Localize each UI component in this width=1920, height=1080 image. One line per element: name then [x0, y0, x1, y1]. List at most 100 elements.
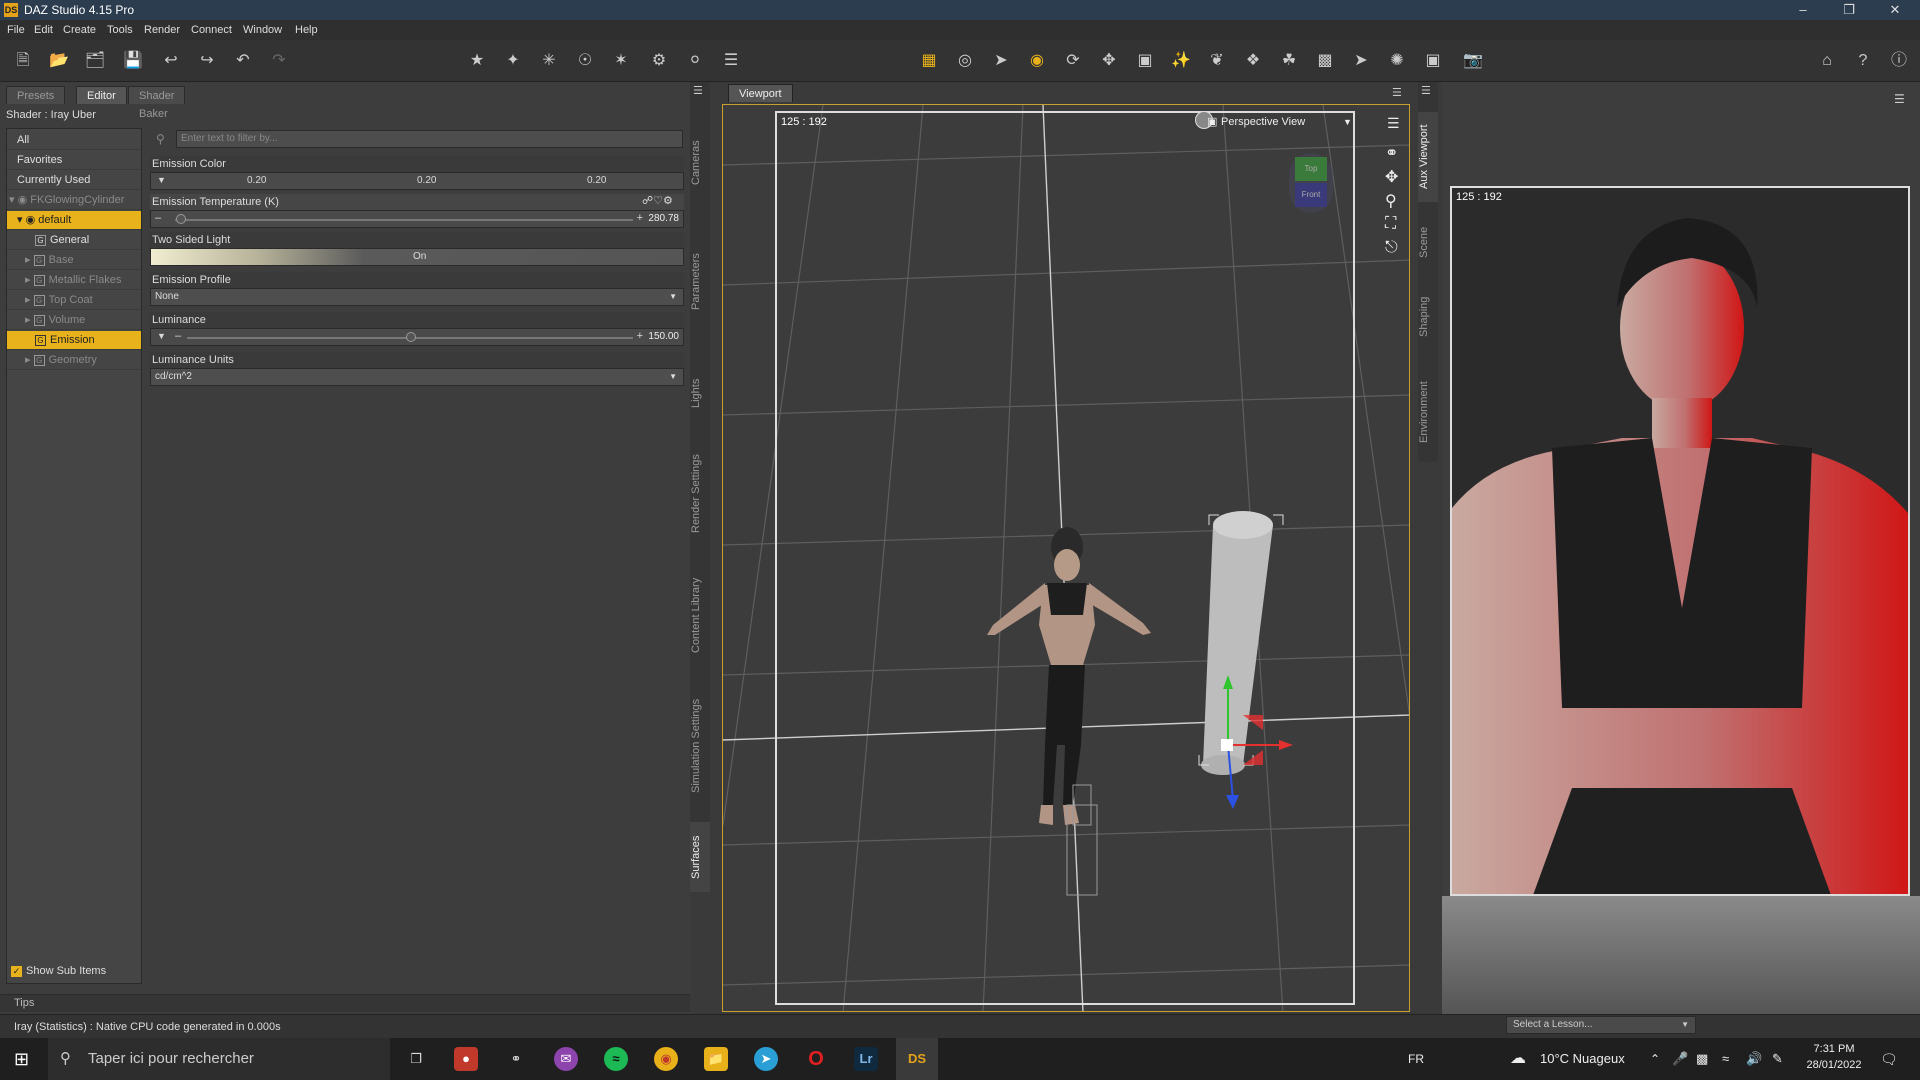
- tab-presets[interactable]: Presets: [6, 86, 66, 104]
- luminance-value[interactable]: 150.00: [648, 331, 679, 342]
- volume-icon[interactable]: 🔊: [1746, 1038, 1762, 1080]
- new-file-icon[interactable]: 🗎: [12, 50, 34, 72]
- app-opera-icon[interactable]: O: [804, 1047, 828, 1071]
- expand-icon[interactable]: ▸: [25, 294, 31, 306]
- app-chrome-icon[interactable]: ◉: [654, 1047, 678, 1071]
- render-camera-icon[interactable]: 📷: [1462, 50, 1484, 72]
- tab-content-library[interactable]: Content Library: [690, 560, 710, 670]
- wifi-icon[interactable]: ≈: [1722, 1038, 1729, 1080]
- menu-connect[interactable]: Connect: [191, 24, 232, 36]
- panel-menu-icon[interactable]: ☰: [1421, 84, 1431, 97]
- orbit-icon[interactable]: ⚭: [1385, 143, 1398, 163]
- chevron-down-icon[interactable]: ▼: [1681, 1017, 1689, 1033]
- minimize-button[interactable]: –: [1780, 0, 1826, 20]
- color-red-value[interactable]: 0.20: [247, 175, 266, 186]
- tree-item-metallic-flakes[interactable]: ▸ G Metallic Flakes: [7, 271, 141, 290]
- emission-temp-value[interactable]: 280.78: [648, 213, 679, 224]
- app-lightroom-icon[interactable]: Lr: [854, 1047, 878, 1071]
- pen-icon[interactable]: ✎: [1772, 1038, 1783, 1080]
- slider-track[interactable]: [175, 219, 633, 221]
- tab-surfaces[interactable]: Surfaces: [690, 822, 710, 892]
- chevron-down-icon[interactable]: ▼: [1343, 113, 1352, 131]
- null-icon[interactable]: ⚪: [684, 50, 706, 72]
- menu-tools[interactable]: Tools: [107, 24, 133, 36]
- daz-home-icon[interactable]: ⌂: [1816, 50, 1838, 72]
- weather-cloud-icon[interactable]: ☁: [1510, 1038, 1526, 1080]
- tree-item-base[interactable]: ▸ G Base: [7, 251, 141, 270]
- app-paint-icon[interactable]: ●: [454, 1047, 478, 1071]
- save-icon[interactable]: 💾: [122, 50, 144, 72]
- translate-tool-icon[interactable]: ✥: [1098, 50, 1120, 72]
- expand-icon[interactable]: ▸: [25, 274, 31, 286]
- lesson-select[interactable]: Select a Lesson... ▼: [1506, 1016, 1696, 1034]
- reset-icon[interactable]: ⎋: [1385, 239, 1398, 257]
- viewport-frame[interactable]: 125 : 192 ▣ Perspective View ▼ Top Front…: [722, 104, 1410, 1012]
- universal-tool-icon[interactable]: ◎: [954, 50, 976, 72]
- aux-render-frame[interactable]: 125 : 192: [1450, 186, 1910, 896]
- property-actions-icon[interactable]: ☍♡⚙: [642, 194, 673, 207]
- tree-favorites[interactable]: Favorites: [7, 151, 141, 170]
- point-light-icon[interactable]: ✳: [538, 50, 560, 72]
- emission-temp-slider[interactable]: – + 280.78: [150, 210, 684, 228]
- merge-icon[interactable]: 🗂: [84, 50, 106, 72]
- menu-help[interactable]: Help: [295, 24, 318, 36]
- tab-shader-baker[interactable]: Shader Baker: [128, 86, 186, 120]
- expand-icon[interactable]: ▸: [25, 354, 31, 366]
- expand-icon[interactable]: ▸: [25, 254, 31, 266]
- tree-item-emission[interactable]: G Emission: [7, 331, 141, 350]
- figure-tool-icon[interactable]: ★: [466, 50, 488, 72]
- frame-icon[interactable]: ⛶: [1385, 215, 1396, 233]
- panel-menu-icon[interactable]: ☰: [1392, 86, 1402, 99]
- app-explorer-icon[interactable]: 📁: [704, 1047, 728, 1071]
- tab-editor[interactable]: Editor: [76, 86, 127, 104]
- menu-lines-icon[interactable]: ☰: [720, 50, 742, 72]
- decrement-icon[interactable]: –: [155, 212, 161, 224]
- app-spotify-icon[interactable]: ≈: [604, 1047, 628, 1071]
- taskbar-search[interactable]: ⚲ Taper ici pour rechercher: [48, 1038, 390, 1080]
- decrement-icon[interactable]: –: [175, 330, 181, 342]
- clock[interactable]: 7:31 PM 28/01/2022: [1804, 1041, 1864, 1073]
- chevron-down-icon[interactable]: ▼: [157, 331, 166, 341]
- windows-start-icon[interactable]: ⊞: [14, 1049, 29, 1070]
- undo-icon[interactable]: ↶: [232, 50, 254, 72]
- emission-color-field[interactable]: ▼ 0.20 0.20 0.20: [150, 172, 684, 190]
- slider-knob[interactable]: [175, 214, 186, 224]
- redo-icon[interactable]: ↷: [268, 50, 290, 72]
- slider-knob[interactable]: [406, 332, 416, 342]
- tab-viewport[interactable]: Viewport: [728, 84, 793, 102]
- color-green-value[interactable]: 0.20: [417, 175, 436, 186]
- zoom-icon[interactable]: ⚲: [1385, 191, 1397, 211]
- tab-aux-viewport[interactable]: Aux Viewport: [1418, 112, 1438, 202]
- expand-icon[interactable]: ▸: [25, 314, 31, 326]
- tab-environment[interactable]: Environment: [1418, 362, 1438, 462]
- tab-shaping[interactable]: Shaping: [1418, 282, 1438, 352]
- select-tool-icon[interactable]: ➤: [990, 50, 1012, 72]
- expand-icon[interactable]: ▾: [17, 214, 23, 226]
- scale-tool-icon[interactable]: ▣: [1134, 50, 1156, 72]
- region-navigator-icon[interactable]: ☘: [1278, 50, 1300, 72]
- app-messenger-icon[interactable]: ✉: [554, 1047, 578, 1071]
- geometry-editor-icon[interactable]: ❦: [1206, 50, 1228, 72]
- node-weight-icon[interactable]: ✺: [1386, 50, 1408, 72]
- panel-menu-icon[interactable]: ☰: [693, 84, 703, 97]
- expand-icon[interactable]: ▾: [9, 194, 15, 206]
- tree-item-top-coat[interactable]: ▸ G Top Coat: [7, 291, 141, 310]
- luminance-slider[interactable]: ▼ – + 150.00: [150, 328, 684, 346]
- menu-create[interactable]: Create: [63, 24, 96, 36]
- maximize-button[interactable]: ❐: [1826, 0, 1872, 20]
- spot-light-icon[interactable]: ✦: [502, 50, 524, 72]
- tab-simulation-settings[interactable]: Simulation Settings: [690, 676, 710, 816]
- color-blue-value[interactable]: 0.20: [587, 175, 606, 186]
- distant-light-icon[interactable]: ☉: [574, 50, 596, 72]
- view-cube[interactable]: Top Front: [1289, 153, 1333, 213]
- app-steam-icon[interactable]: ⚭: [504, 1047, 528, 1071]
- view-selector[interactable]: ▣ Perspective View ▼: [1203, 113, 1353, 131]
- tab-parameters[interactable]: Parameters: [690, 212, 710, 352]
- rotate-tool-icon[interactable]: ⟳: [1062, 50, 1084, 72]
- task-view-icon[interactable]: ❐: [404, 1047, 428, 1071]
- microphone-icon[interactable]: 🎤: [1672, 1038, 1688, 1080]
- chevron-down-icon[interactable]: ▼: [669, 369, 677, 385]
- surface-selection-icon[interactable]: ❖: [1242, 50, 1264, 72]
- open-file-icon[interactable]: 📂: [48, 50, 70, 72]
- tree-item-geometry[interactable]: ▸ G Geometry: [7, 351, 141, 370]
